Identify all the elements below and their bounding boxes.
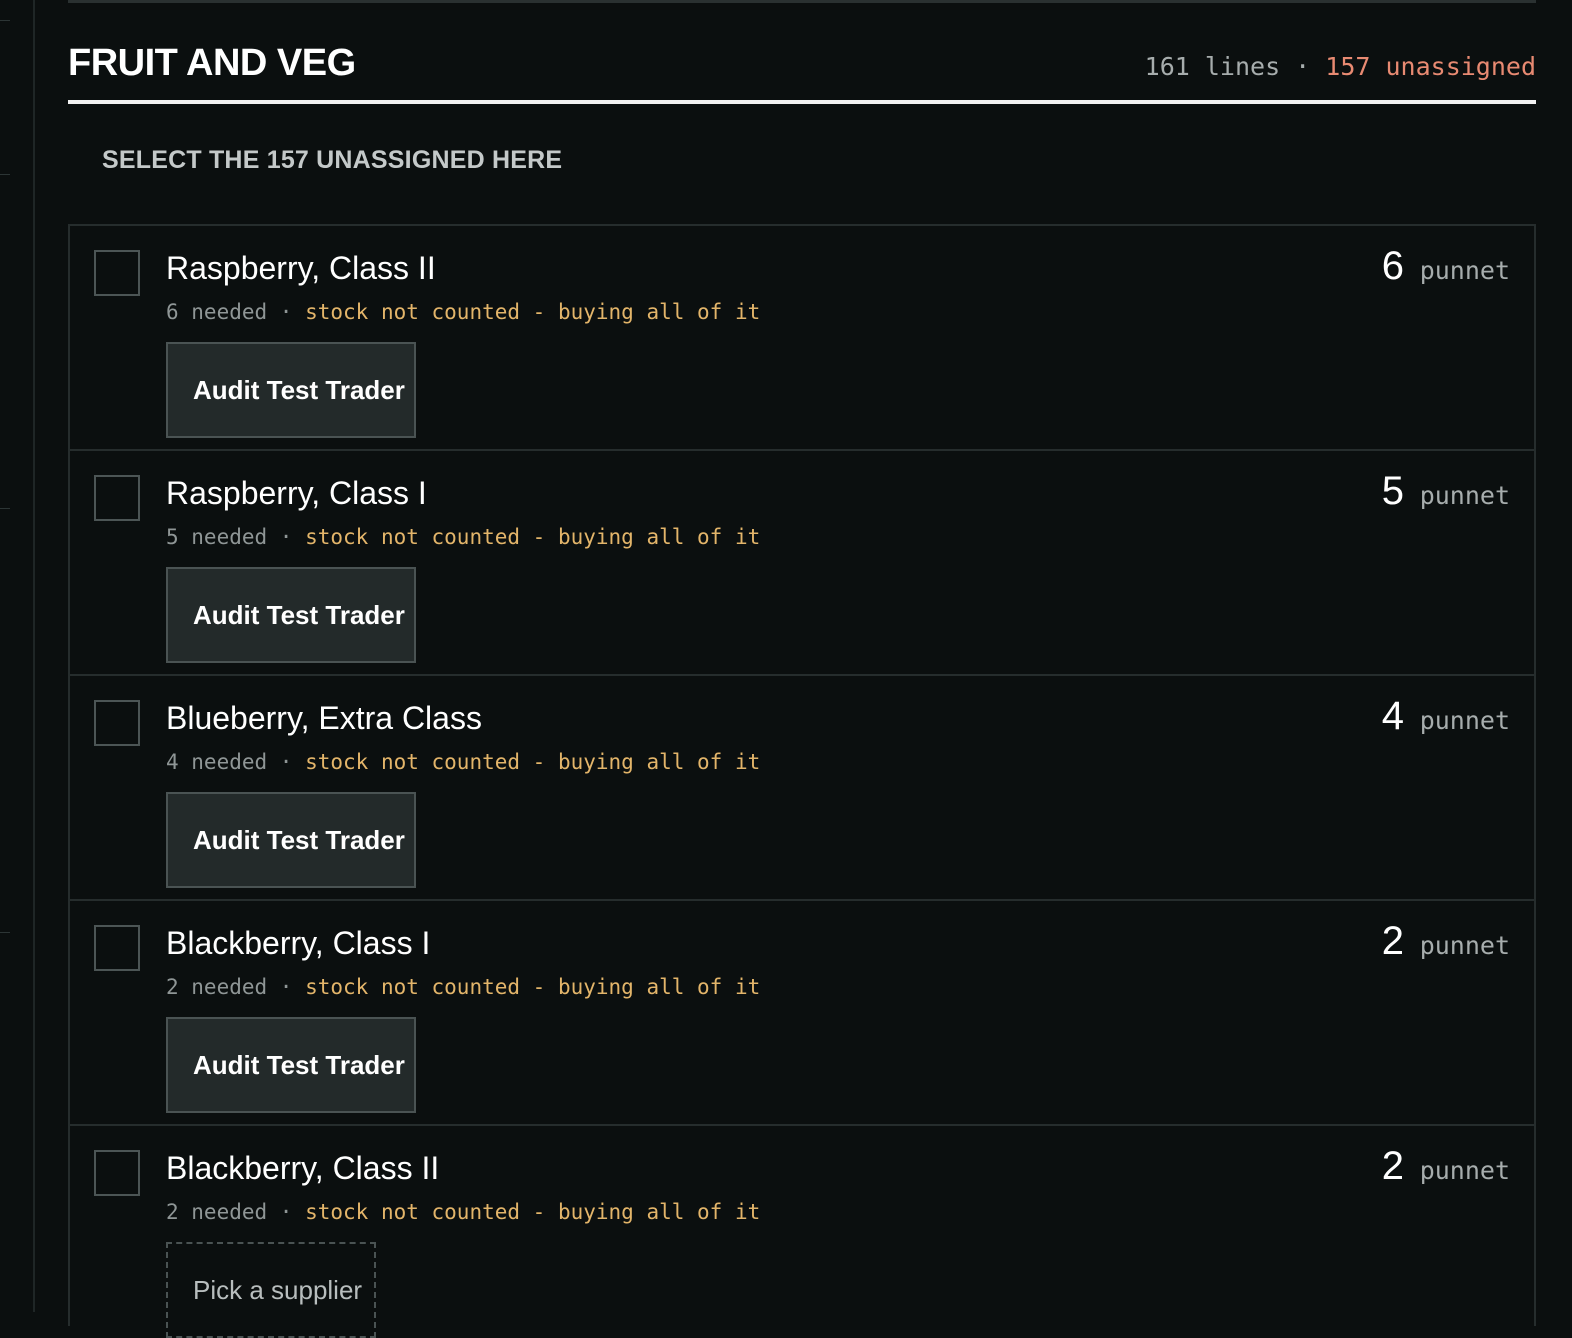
item-checkbox[interactable] [94,925,140,971]
meta-separator: · [1280,52,1326,81]
item-checkbox[interactable] [94,475,140,521]
status-separator: · [267,750,306,774]
item-unit: punnet [1419,1156,1510,1185]
item-checkbox[interactable] [94,250,140,296]
stock-note: stock not counted - buying all of it [305,525,761,549]
item-unit: punnet [1419,256,1510,285]
pick-supplier-button[interactable]: Pick a supplier [166,1242,376,1338]
item-checkbox[interactable] [94,1150,140,1196]
item-checkbox[interactable] [94,700,140,746]
item-name: Blueberry, Extra Class [166,700,482,736]
status-separator: · [267,300,306,324]
unassigned-count: 157 unassigned [1325,52,1536,81]
rail-tick [0,932,10,933]
item-quantity: 4 [1381,694,1404,738]
item-status: 5 needed · stock not counted - buying al… [166,525,760,549]
supplier-button[interactable]: Audit Test Trader [166,1017,416,1113]
item-name: Raspberry, Class I [166,475,427,511]
item-name: Blackberry, Class II [166,1150,440,1186]
rail-tick [0,174,10,175]
item-status: 6 needed · stock not counted - buying al… [166,300,760,324]
item-status: 2 needed · stock not counted - buying al… [166,1200,760,1224]
top-divider [68,0,1536,3]
rail-tick [0,508,10,509]
status-separator: · [267,525,306,549]
needed-count: 6 needed [166,300,268,324]
item-unit: punnet [1419,931,1510,960]
section-meta: 161 lines · 157 unassigned [1145,52,1536,81]
item-row: Raspberry, Class I 5 needed · stock not … [70,451,1534,676]
supplier-button[interactable]: Audit Test Trader [166,792,416,888]
stock-note: stock not counted - buying all of it [305,750,761,774]
stock-note: stock not counted - buying all of it [305,1200,761,1224]
item-quantity: 5 [1381,469,1404,513]
item-quantity: 2 [1381,919,1404,963]
item-name: Blackberry, Class I [166,925,431,961]
stock-note: stock not counted - buying all of it [305,300,761,324]
item-row: Blackberry, Class II 2 needed · stock no… [70,1126,1534,1338]
item-unit: punnet [1419,481,1510,510]
item-status: 4 needed · stock not counted - buying al… [166,750,760,774]
item-list: Raspberry, Class II 6 needed · stock not… [68,224,1536,1338]
supplier-button[interactable]: Audit Test Trader [166,567,416,663]
needed-count: 5 needed [166,525,268,549]
item-row: Blueberry, Extra Class 4 needed · stock … [70,676,1534,901]
status-separator: · [267,1200,306,1224]
stock-note: stock not counted - buying all of it [305,975,761,999]
supplier-button[interactable]: Audit Test Trader [166,342,416,438]
needed-count: 2 needed [166,975,268,999]
left-rail [0,0,35,1312]
needed-count: 4 needed [166,750,268,774]
select-unassigned-link[interactable]: SELECT THE 157 UNASSIGNED HERE [102,146,562,175]
rail-tick [0,20,10,21]
item-row: Raspberry, Class II 6 needed · stock not… [70,226,1534,451]
needed-count: 2 needed [166,1200,268,1224]
item-row: Blackberry, Class I 2 needed · stock not… [70,901,1534,1126]
item-quantity: 2 [1381,1144,1404,1188]
section-header: FRUIT AND VEG 161 lines · 157 unassigned [68,38,1536,104]
item-name: Raspberry, Class II [166,250,436,286]
item-quantity: 6 [1381,244,1404,288]
lines-count: 161 lines [1144,52,1281,81]
status-separator: · [267,975,306,999]
item-unit: punnet [1419,706,1510,735]
item-status: 2 needed · stock not counted - buying al… [166,975,760,999]
section-title: FRUIT AND VEG [68,42,356,84]
